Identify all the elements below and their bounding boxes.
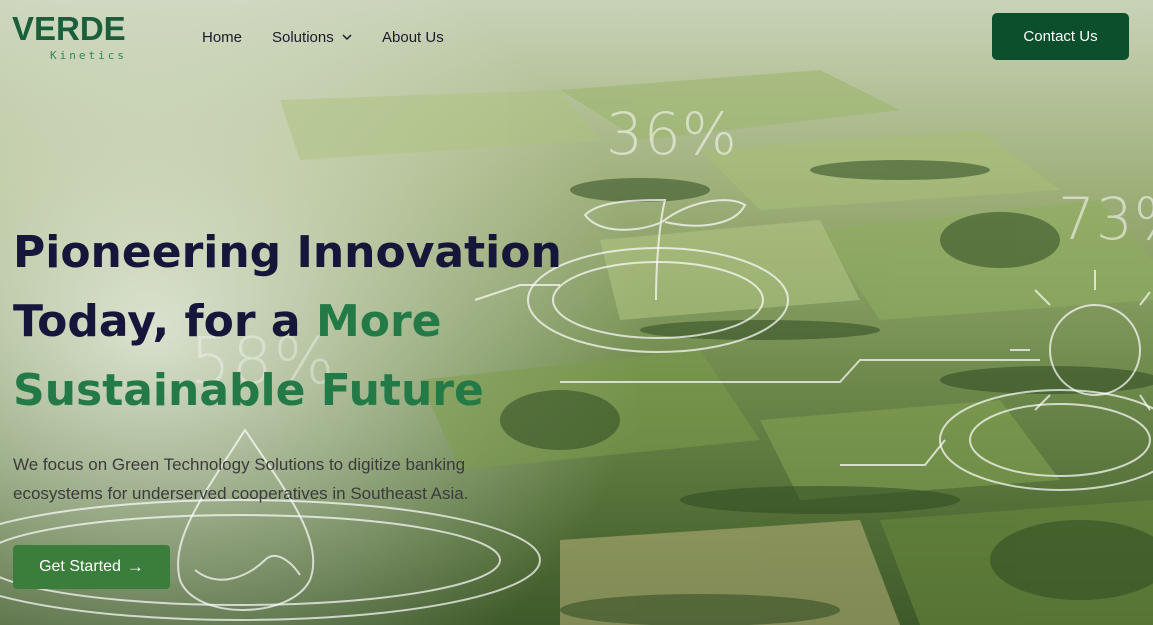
brand-tagline: Kinetics	[50, 49, 127, 62]
brand-logo[interactable]: VERDE Kinetics	[12, 12, 142, 64]
nav-about-label: About Us	[382, 29, 444, 46]
contact-us-button[interactable]: Contact Us	[992, 13, 1129, 60]
headline-main: Pioneering Innovation Today, for a	[13, 227, 562, 347]
hero-headline: Pioneering Innovation Today, for a More …	[13, 218, 633, 425]
get-started-label: Get Started	[39, 558, 121, 575]
nav-home-label: Home	[202, 29, 243, 46]
overlay-stat-73: 73%	[1058, 185, 1153, 253]
nav-solutions-dropdown[interactable]: Solutions	[272, 27, 352, 49]
nav-home-link[interactable]: Home	[202, 27, 242, 49]
get-started-button[interactable]: Get Started →	[13, 545, 170, 589]
arrow-right-icon: →	[126, 557, 144, 576]
overlay-stat-36: 36%	[606, 100, 738, 168]
contact-us-label: Contact Us	[1023, 28, 1098, 45]
nav-about-link[interactable]: About Us	[382, 27, 444, 49]
nav-solutions-label: Solutions	[272, 29, 334, 46]
chevron-down-icon	[342, 27, 352, 49]
hero-description: We focus on Green Technology Solutions t…	[13, 455, 469, 503]
brand-name: VERDE	[12, 10, 126, 47]
site-header: VERDE Kinetics Home Solutions About Us C…	[0, 0, 1153, 72]
